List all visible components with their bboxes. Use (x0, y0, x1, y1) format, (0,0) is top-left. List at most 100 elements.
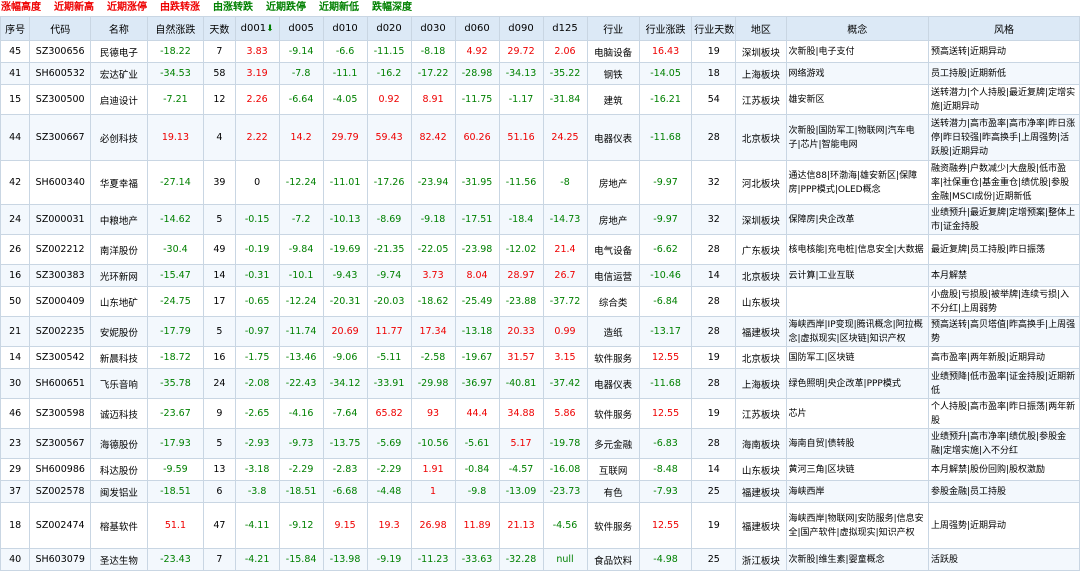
table-row[interactable]: 29 SH600986 科达股份 -9.59 13 -3.18 -2.29 -2.83 -2.2… (0, 458, 1080, 481)
tab-3[interactable]: 由跌转涨 (160, 0, 200, 16)
table-row[interactable]: 26 SZ002212 南洋股份 -30.4 49 -0.19 -9.84 -19.69 -21… (0, 234, 1080, 265)
column-header-9[interactable]: d030 (410, 16, 456, 41)
cell-d001: -3.18 (234, 458, 280, 481)
cell-序号: 29 (0, 458, 31, 481)
column-header-10[interactable]: d060 (454, 16, 500, 41)
tab-2[interactable]: 近期涨停 (107, 0, 147, 16)
cell-行业涨跌: -6.62 (638, 234, 693, 265)
tab-1[interactable]: 近期新高 (54, 0, 94, 16)
column-header-7[interactable]: d010 (322, 16, 368, 41)
column-header-2[interactable]: 名称 (90, 16, 148, 41)
column-header-14[interactable]: 行业涨跌 (638, 16, 693, 41)
cell-行业: 电气设备 (586, 234, 640, 265)
cell-d005: -4.16 (278, 398, 324, 429)
cell-序号: 18 (0, 502, 31, 549)
tab-5[interactable]: 近期跌停 (266, 0, 306, 16)
cell-d005: -9.12 (278, 502, 324, 549)
cell-d090: -1.17 (498, 84, 544, 115)
cell-d005: -9.73 (278, 428, 324, 459)
cell-行业天数: 54 (691, 84, 737, 115)
cell-d001: 3.83 (234, 40, 280, 63)
table-row[interactable]: 50 SZ000409 山东地矿 -24.75 17 -0.65 -12.24 -20.31-… (0, 286, 1080, 317)
cell-名称: 南洋股份 (90, 234, 148, 265)
cell-自然涨跌: -30.4 (146, 234, 205, 265)
column-header-6[interactable]: d005 (278, 16, 324, 41)
cell-行业涨跌: -11.68 (638, 114, 693, 161)
cell-d005: -2.29 (278, 458, 324, 481)
column-header-1[interactable]: 代码 (29, 16, 92, 41)
cell-d020: -17.26 (366, 160, 412, 205)
cell-天数: 12 (203, 84, 236, 115)
tab-6[interactable]: 近期新低 (319, 0, 359, 16)
column-header-label: 行业涨跌 (645, 25, 686, 36)
column-header-13[interactable]: 行业 (586, 16, 640, 41)
column-header-17[interactable]: 概念 (785, 16, 929, 41)
table-header-row: 序号 代码 名称 自然涨跌 天数 d001⬇ d005 d010 d020 d030 d060 d09… (0, 16, 1080, 41)
column-header-label: 代码 (50, 25, 71, 36)
table-row[interactable]: 15 SZ300500 启迪设计 -7.21 12 2.26 -6.64 -4.05 0.92 8… (0, 84, 1080, 115)
table-row[interactable]: 24 SZ000031 中粮地产 -14.62 5 -0.15 -7.2 -10.13 -8.6… (0, 204, 1080, 235)
cell-d030: -9.18 (410, 204, 456, 235)
table-row[interactable]: 46 SZ300598 诚迈科技 -23.67 9 -2.65 -4.16 -7.64 65.8… (0, 398, 1080, 429)
cell-行业涨跌: 12.55 (638, 502, 693, 549)
cell-风格: 送转潜力|个人持股|最近复牌|定增实施|近期异动 (927, 84, 1080, 115)
table-row[interactable]: 18 SZ002474 榕基软件 51.1 47 -4.11 -9.12 9.15 19.3 26… (0, 502, 1080, 549)
cell-行业涨跌: 16.43 (638, 40, 693, 63)
cell-序号: 23 (0, 428, 31, 459)
cell-d005: 14.2 (278, 114, 324, 161)
table-row[interactable]: 42 SH600340 华夏幸福 -27.14 39 0 -12.24 -11.01 -17.2… (0, 160, 1080, 205)
cell-d060: -25.49 (454, 286, 500, 317)
column-header-15[interactable]: 行业天数 (691, 16, 737, 41)
table-row[interactable]: 23 SZ300567 海德股份 -17.93 5 -2.93 -9.73 -13.75 -5.… (0, 428, 1080, 459)
table-row[interactable]: 14 SZ300542 新晨科技 -18.72 16 -1.75 -13.46 -9.06 -5… (0, 346, 1080, 369)
arrow-down-icon: ⬇ (266, 24, 274, 34)
cell-行业天数: 32 (691, 204, 737, 235)
cell-地区: 深圳板块 (735, 204, 787, 235)
table-row[interactable]: 30 SH600651 飞乐音响 -35.78 24 -2.08 -22.43 -34.12-… (0, 368, 1080, 399)
table-row[interactable]: 21 SZ002235 安妮股份 -17.79 5 -0.97 -11.74 20.69 11.… (0, 316, 1080, 347)
table-row[interactable]: 40 SH603079 圣达生物 -23.43 7 -4.21 -15.84 -13.98 -9… (0, 548, 1080, 571)
cell-天数: 7 (203, 40, 236, 63)
column-header-11[interactable]: d090 (498, 16, 544, 41)
cell-行业天数: 18 (691, 62, 737, 85)
stock-table: 序号 代码 名称 自然涨跌 天数 d001⬇ d005 d010 d020 d030 d060 d09… (0, 16, 1080, 571)
cell-d090: 34.88 (498, 398, 544, 429)
cell-行业: 房地产 (586, 160, 640, 205)
cell-序号: 42 (0, 160, 31, 205)
table-row[interactable]: 41 SH600532 宏达矿业 -34.53 58 3.19 -7.8 -11.1 -16.2… (0, 62, 1080, 85)
cell-d030: -18.62 (410, 286, 456, 317)
cell-行业天数: 28 (691, 234, 737, 265)
cell-行业天数: 28 (691, 286, 737, 317)
cell-自然涨跌: -35.78 (146, 368, 205, 399)
table-row[interactable]: 37 SZ002578 闽发铝业 -18.51 6 -3.8 -18.51 -6.68 -4.4… (0, 480, 1080, 503)
column-header-8[interactable]: d020 (366, 16, 412, 41)
table-row[interactable]: 45 SZ300656 民德电子 -18.22 7 3.83 -9.14 -6.6 -11.15… (0, 40, 1080, 63)
cell-自然涨跌: -17.93 (146, 428, 205, 459)
cell-自然涨跌: -14.62 (146, 204, 205, 235)
cell-代码: SH603079 (29, 548, 92, 571)
cell-行业天数: 19 (691, 398, 737, 429)
cell-序号: 21 (0, 316, 31, 347)
column-header-16[interactable]: 地区 (735, 16, 787, 41)
cell-风格: 参股金融|员工持股 (927, 480, 1080, 503)
cell-行业天数: 28 (691, 428, 737, 459)
column-header-0[interactable]: 序号 (0, 16, 31, 41)
cell-序号: 30 (0, 368, 31, 399)
column-header-5[interactable]: d001⬇ (234, 16, 280, 41)
column-header-4[interactable]: 天数 (203, 16, 236, 41)
cell-d020: -16.2 (366, 62, 412, 85)
cell-行业涨跌: -16.21 (638, 84, 693, 115)
tab-4[interactable]: 由涨转跌 (213, 0, 253, 16)
table-row[interactable]: 16 SZ300383 光环新网 -15.47 14 -0.31 -10.1 -9.43 -9.… (0, 264, 1080, 287)
cell-d125: 5.86 (542, 398, 588, 429)
tab-0[interactable]: 涨幅高度 (1, 0, 41, 16)
cell-名称: 海德股份 (90, 428, 148, 459)
column-header-12[interactable]: d125 (542, 16, 588, 41)
cell-概念: 国防军工|区块链 (785, 346, 929, 369)
table-row[interactable]: 44 SZ300667 必创科技 19.13 4 2.22 14.2 29.79 59.43 82… (0, 114, 1080, 161)
cell-天数: 49 (203, 234, 236, 265)
column-header-18[interactable]: 风格 (927, 16, 1080, 41)
tab-7[interactable]: 跌幅深度 (372, 0, 412, 16)
column-header-3[interactable]: 自然涨跌 (146, 16, 205, 41)
cell-d010: -11.1 (322, 62, 368, 85)
